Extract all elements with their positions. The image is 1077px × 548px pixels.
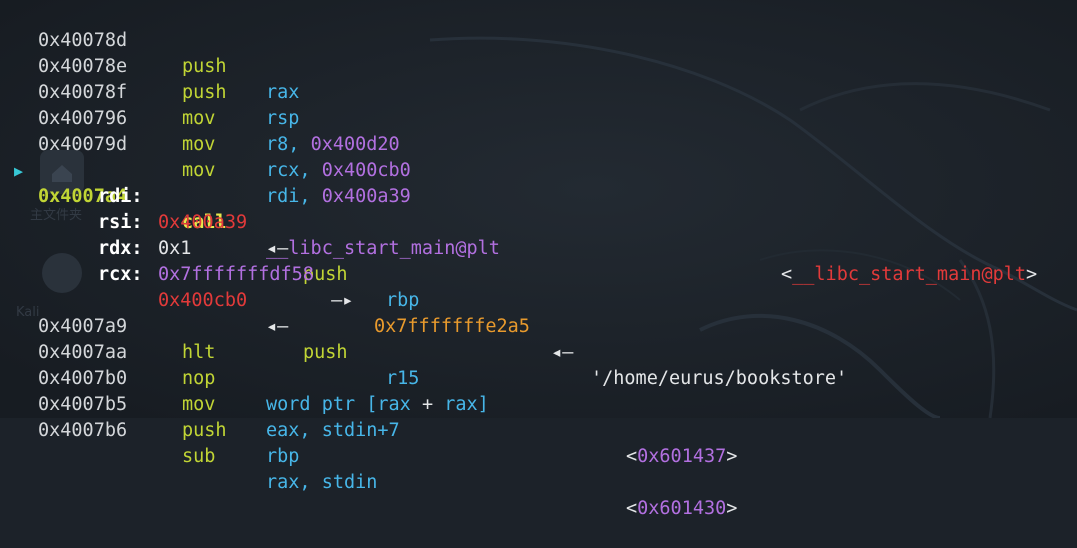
address-comment: <0x601430>: [626, 498, 738, 519]
current-instruction-line: ▶ 0x4007a4 call __libc_start_main@plt <_…: [0, 132, 1037, 285]
pointer-value: 0x7fffffffe2a5: [374, 316, 530, 337]
instruction-mnemonic: push: [182, 82, 227, 103]
disasm-line: 0x4007a9 hlt: [0, 288, 215, 363]
disasm-line: 0x4007b5 push rbp: [0, 366, 299, 467]
instruction-mnemonic: mov: [182, 108, 216, 129]
instruction-mnemonic: nop: [182, 368, 216, 389]
instruction-mnemonic: push: [182, 420, 227, 441]
register-name: rcx:: [98, 264, 143, 285]
instruction-address: 0x40079d: [38, 134, 128, 155]
call-argument-rcx: rcx: 0x400cb0 ◂— push r15: [0, 236, 419, 389]
deref-arrow: ◂—: [266, 238, 300, 259]
address-comment: <0x601437>: [626, 446, 738, 467]
instruction-operand: word ptr [rax + rax]: [266, 394, 489, 415]
instruction-operand: __libc_start_main@plt: [266, 238, 500, 259]
call-argument-rsi: rsi: 0x1: [0, 184, 191, 259]
instruction-address: 0x4007a9: [38, 316, 128, 337]
deref-arrow: —▸: [320, 290, 365, 311]
disasm-line: 0x4007b0 mov eax, stdin+7 <0x601437>: [0, 340, 737, 467]
register-value: 0x7fffffffdf58: [158, 264, 314, 285]
deref-arrow: ◂—: [540, 342, 585, 363]
instruction-operand: rdi, 0x400a39: [266, 186, 411, 207]
string-value: '/home/eurus/bookstore': [591, 368, 848, 389]
instruction-mnemonic: sub: [182, 446, 216, 467]
register-value: 0x400a39: [158, 212, 248, 233]
register-name: rdi:: [98, 186, 143, 207]
instruction-address: 0x4007b0: [38, 368, 128, 389]
register-name: rdx:: [98, 238, 143, 259]
instruction-address: 0x40078d: [38, 30, 128, 51]
instruction-address: 0x4007aa: [38, 342, 128, 363]
instruction-mnemonic: mov: [182, 134, 216, 155]
disasm-line: 0x40079d mov rdi, 0x400a39: [0, 106, 411, 207]
instruction-mnemonic: push: [182, 56, 227, 77]
deref-mnemonic: push: [303, 342, 348, 363]
instruction-address: 0x40078f: [38, 82, 128, 103]
instruction-address: 0x40078e: [38, 56, 128, 77]
register-value: 0x400cb0: [158, 290, 248, 311]
instruction-operand: rbp: [266, 446, 300, 467]
instruction-mnemonic: hlt: [182, 342, 216, 363]
instruction-address: 0x4007b6: [38, 420, 128, 441]
register-value: 0x1: [158, 238, 192, 259]
call-argument-rdx: rdx: 0x7fffffffdf58 —▸ 0x7fffffffe2a5 ◂—…: [0, 210, 847, 389]
instruction-operand: rcx, 0x400cb0: [266, 160, 411, 181]
deref-operand: r15: [386, 368, 420, 389]
disasm-line: 0x4007aa nop word ptr [rax + rax]: [0, 314, 489, 415]
call-argument-rdi: rdi: 0x400a39 ◂— push rbp: [0, 158, 419, 311]
disasm-line: 0x40078e push rsp: [0, 28, 299, 129]
instruction-operand: eax, stdin+7: [266, 420, 400, 441]
instruction-address: 0x4007b5: [38, 394, 128, 415]
instruction-mnemonic: mov: [182, 160, 216, 181]
deref-operand: rbp: [386, 290, 420, 311]
symbol-comment: <__libc_start_main@plt>: [781, 264, 1038, 285]
gdb-disassembly-panel: 0x40078d push rax 0x40078e push rsp 0x40…: [0, 0, 1077, 519]
instruction-operand: r8, 0x400d20: [266, 134, 400, 155]
instruction-address: 0x400796: [38, 108, 128, 129]
instruction-operand: rsp: [266, 108, 300, 129]
disasm-line: 0x40078f mov r8, 0x400d20: [0, 54, 400, 155]
deref-arrow: ◂—: [266, 316, 300, 337]
disasm-line: 0x4007b6 sub rax, stdin <0x601430>: [0, 392, 737, 519]
register-name: rsi:: [98, 212, 143, 233]
disasm-line: 0x40078d push rax: [0, 2, 299, 103]
instruction-mnemonic: mov: [182, 394, 216, 415]
instruction-operand: rax: [266, 82, 300, 103]
disasm-line: 0x400796 mov rcx, 0x400cb0: [0, 80, 411, 181]
instruction-operand: rax, stdin: [266, 472, 378, 493]
